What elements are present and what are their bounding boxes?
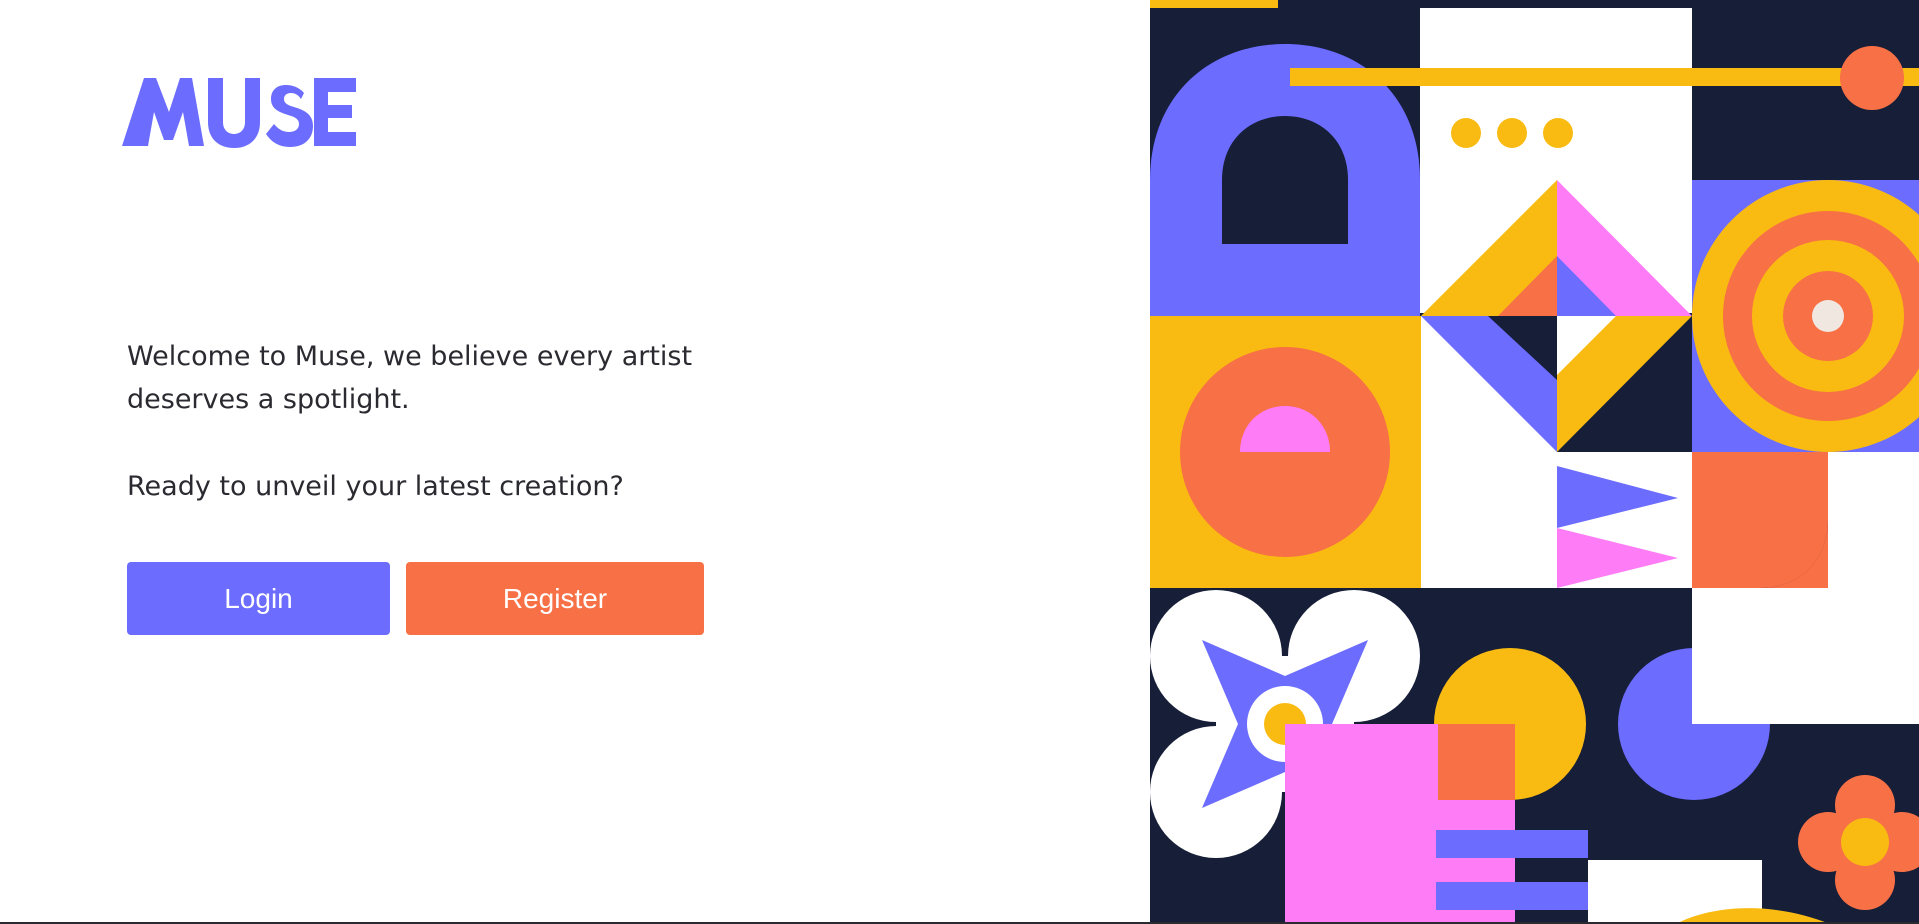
target-center xyxy=(1812,300,1844,332)
dot-3 xyxy=(1543,118,1573,148)
geometric-artwork xyxy=(1150,0,1919,924)
muse-logo xyxy=(122,78,356,148)
register-button[interactable]: Register xyxy=(406,562,704,635)
intro-panel: Welcome to Muse, we believe every artist… xyxy=(0,0,1150,924)
orange-rounded-block xyxy=(1692,452,1828,588)
yellow-bar xyxy=(1290,68,1919,86)
dot-2 xyxy=(1497,118,1527,148)
landing-page: Welcome to Muse, we believe every artist… xyxy=(0,0,1919,924)
top-strip xyxy=(1150,0,1278,8)
navy-arch xyxy=(1222,116,1348,244)
purple-bar-2 xyxy=(1436,882,1588,910)
upload-prompt: Ready to unveil your latest creation? xyxy=(127,471,624,502)
purple-bar-1 xyxy=(1436,830,1588,858)
login-button[interactable]: Login xyxy=(127,562,390,635)
orange-sun xyxy=(1840,46,1904,110)
dot-1 xyxy=(1451,118,1481,148)
welcome-message: Welcome to Muse, we believe every artist… xyxy=(127,341,693,415)
